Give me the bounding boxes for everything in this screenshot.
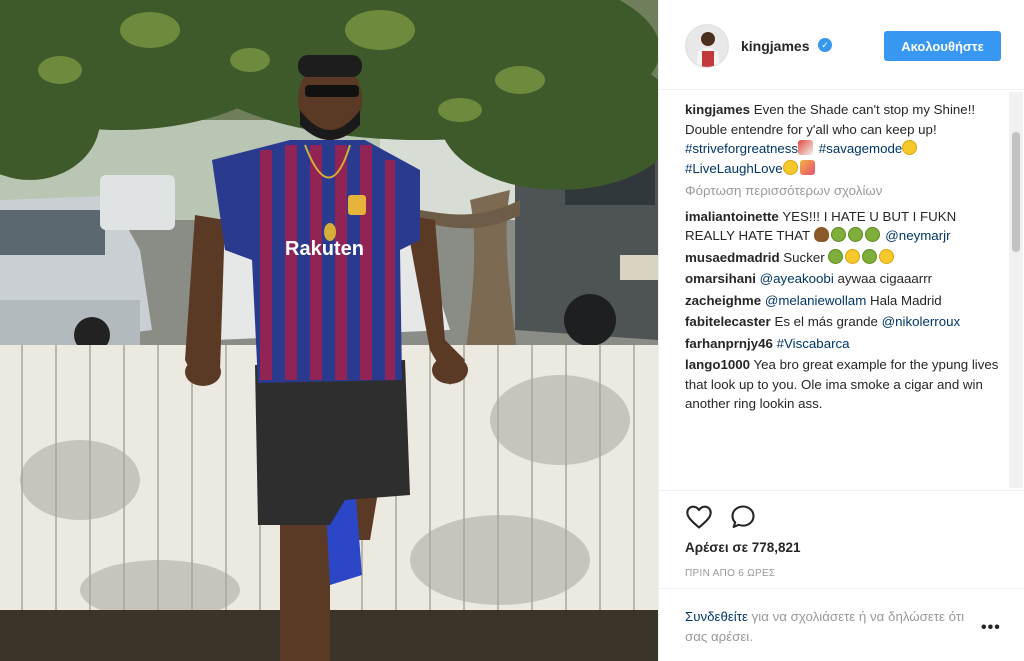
comment-text: aywaa cigaaarrr: [837, 271, 933, 286]
poop-emoji-icon: [813, 227, 829, 242]
comment-username[interactable]: musaedmadrid: [685, 250, 780, 265]
post-timestamp: ΠΡΙΝ ΑΠΟ 6 ΩΡΕΣ: [685, 568, 776, 579]
caption-username[interactable]: kingjames: [685, 102, 750, 117]
caption: kingjames Even the Shade can't stop my S…: [685, 100, 1003, 178]
list-item: farhanprnjy46 #Viscabarca: [685, 334, 1003, 354]
mention-link[interactable]: @neymarjr: [885, 228, 950, 243]
rocket-emoji-icon: [798, 140, 814, 155]
post-photo-illustration: Rakuten: [0, 0, 658, 661]
list-item: musaedmadrid Sucker: [685, 248, 1003, 268]
avatar-image: [686, 25, 728, 67]
tongue-out-emoji-icon: [879, 248, 895, 264]
party-emoji-icon: [799, 159, 815, 175]
laughing-emoji-icon: [845, 248, 861, 264]
smile-emoji-icon: [782, 159, 798, 175]
verified-badge-icon: ✓: [818, 38, 832, 52]
comments-list: kingjames Even the Shade can't stop my S…: [685, 100, 1003, 488]
hashtag-link[interactable]: #savagemode: [819, 141, 903, 156]
post-details-panel: kingjames ✓ Ακολουθήστε kingjames Even t…: [658, 0, 1024, 661]
comment-username[interactable]: lango1000: [685, 357, 750, 372]
login-link[interactable]: Συνδεθείτε: [685, 609, 748, 624]
post-header: kingjames ✓ Ακολουθήστε: [659, 0, 1024, 90]
username-link[interactable]: kingjames: [741, 38, 809, 54]
likes-count[interactable]: Αρέσει σε 778,821: [685, 540, 801, 555]
list-item: fabitelecaster Es el más grande @nikoler…: [685, 312, 1003, 332]
hashtag-link[interactable]: #striveforgreatness: [685, 141, 798, 156]
list-item: lango1000 Yea bro great example for the …: [685, 355, 1003, 414]
angry-face-emoji-icon: [902, 140, 918, 155]
nauseated-emoji-icon: [830, 227, 846, 242]
mention-link[interactable]: @ayeakoobi: [760, 271, 834, 286]
comment-username[interactable]: farhanprnjy46: [685, 336, 773, 351]
follow-button[interactable]: Ακολουθήστε: [884, 31, 1001, 61]
hashtag-link[interactable]: #Viscabarca: [777, 336, 850, 351]
heart-icon[interactable]: [685, 503, 713, 531]
comment-username[interactable]: zacheighme: [685, 293, 761, 308]
hashtag-link[interactable]: #LiveLaughLove: [685, 161, 783, 176]
nauseated-emoji-icon: [864, 227, 880, 242]
mention-link[interactable]: @melaniewollam: [765, 293, 866, 308]
comment-text: Sucker: [783, 249, 825, 265]
comment-bubble-icon[interactable]: [729, 503, 757, 531]
club-crest-icon: [348, 195, 366, 215]
post-actions: Αρέσει σε 778,821 ΠΡΙΝ ΑΠΟ 6 ΩΡΕΣ: [659, 490, 1024, 600]
nauseated-emoji-icon: [847, 227, 863, 242]
comment-username[interactable]: omarsihani: [685, 271, 756, 286]
avatar[interactable]: [685, 24, 729, 68]
jersey-sponsor-text: Rakuten: [285, 238, 364, 260]
scrollbar-thumb[interactable]: [1012, 132, 1020, 252]
list-item: zacheighme @melaniewollam Hala Madrid: [685, 291, 1003, 311]
list-item: imaliantoinette YES!!! I HATE U BUT I FU…: [685, 207, 1003, 246]
comment-username[interactable]: fabitelecaster: [685, 314, 771, 329]
comment-username[interactable]: imaliantoinette: [685, 209, 779, 224]
mention-link[interactable]: @nikolerroux: [882, 314, 961, 329]
list-item: omarsihani @ayeakoobi aywaa cigaaarrr: [685, 269, 1003, 289]
login-prompt: Συνδεθείτε για να σχολιάσετε ή να δηλώσε…: [685, 607, 965, 646]
more-options-icon[interactable]: •••: [981, 619, 1001, 637]
comment-footer: Συνδεθείτε για να σχολιάσετε ή να δηλώσε…: [659, 588, 1024, 661]
post-photo[interactable]: Rakuten: [0, 0, 658, 661]
nauseated-emoji-icon: [828, 248, 844, 264]
comments-scrollbar[interactable]: [1009, 92, 1023, 488]
nauseated-emoji-icon: [862, 248, 878, 264]
load-more-comments[interactable]: Φόρτωση περισσότερων σχολίων: [685, 181, 1003, 201]
comment-text: Hala Madrid: [869, 292, 942, 308]
comment-text: Es el más grande: [774, 314, 878, 329]
